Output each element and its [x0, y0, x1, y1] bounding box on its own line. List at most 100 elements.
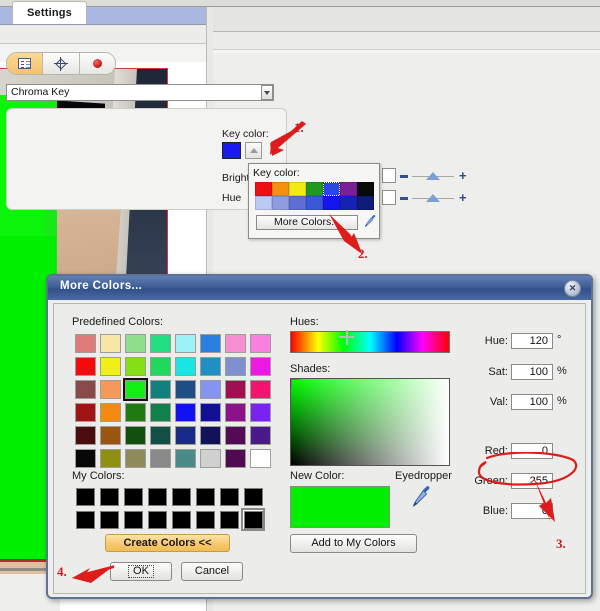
- predefined-color-cell[interactable]: [123, 332, 148, 355]
- mode-button-properties[interactable]: [7, 53, 44, 74]
- predefined-color-cell[interactable]: [148, 424, 173, 447]
- palette-swatch[interactable]: [255, 182, 272, 196]
- palette-swatch[interactable]: [289, 182, 306, 196]
- plus-icon[interactable]: +: [459, 169, 467, 182]
- predefined-color-cell[interactable]: [98, 424, 123, 447]
- predefined-color-cell[interactable]: [198, 424, 223, 447]
- plus-icon[interactable]: +: [459, 191, 467, 204]
- predefined-color-cell[interactable]: [248, 332, 273, 355]
- my-color-cell[interactable]: [193, 508, 217, 531]
- predefined-color-cell[interactable]: [148, 332, 173, 355]
- my-color-cell[interactable]: [217, 508, 241, 531]
- my-color-cell[interactable]: [145, 485, 169, 508]
- my-color-cell[interactable]: [73, 485, 97, 508]
- palette-swatch[interactable]: [255, 196, 272, 210]
- hue-slider[interactable]: +: [400, 191, 468, 205]
- eyedropper-icon[interactable]: [363, 214, 377, 230]
- my-color-cell[interactable]: [97, 508, 121, 531]
- predefined-color-cell[interactable]: [98, 447, 123, 470]
- predefined-color-cell[interactable]: [123, 424, 148, 447]
- slider-thumb[interactable]: [426, 194, 440, 202]
- my-color-cell[interactable]: [241, 485, 265, 508]
- more-colors-button[interactable]: More Colors...: [256, 215, 358, 230]
- predefined-color-cell[interactable]: [123, 447, 148, 470]
- my-colors-grid[interactable]: [73, 485, 265, 531]
- predefined-color-cell[interactable]: [198, 332, 223, 355]
- my-color-cell[interactable]: [97, 485, 121, 508]
- predefined-color-cell[interactable]: [98, 401, 123, 424]
- key-color-swatch[interactable]: [222, 142, 241, 159]
- predefined-color-cell[interactable]: [123, 378, 148, 401]
- palette-swatch[interactable]: [340, 182, 357, 196]
- predefined-color-cell[interactable]: [98, 355, 123, 378]
- my-color-cell[interactable]: [145, 508, 169, 531]
- predefined-colors-grid[interactable]: [73, 332, 273, 470]
- create-colors-button[interactable]: Create Colors <<: [105, 534, 230, 552]
- palette-swatch[interactable]: [306, 196, 323, 210]
- predefined-color-cell[interactable]: [73, 378, 98, 401]
- my-color-cell[interactable]: [73, 508, 97, 531]
- predefined-color-cell[interactable]: [148, 401, 173, 424]
- my-color-cell[interactable]: [217, 485, 241, 508]
- predefined-color-cell[interactable]: [148, 355, 173, 378]
- my-color-cell[interactable]: [121, 508, 145, 531]
- predefined-color-cell[interactable]: [123, 355, 148, 378]
- hues-strip[interactable]: [290, 331, 450, 353]
- my-color-cell[interactable]: [241, 508, 265, 531]
- predefined-color-cell[interactable]: [248, 378, 273, 401]
- predefined-color-cell[interactable]: [198, 401, 223, 424]
- key-color-dropdown-button[interactable]: [245, 142, 262, 159]
- slider-thumb[interactable]: [426, 172, 440, 180]
- predefined-color-cell[interactable]: [73, 447, 98, 470]
- palette-swatch[interactable]: [306, 182, 323, 196]
- minus-icon[interactable]: [400, 197, 408, 200]
- predefined-color-cell[interactable]: [198, 355, 223, 378]
- predefined-color-cell[interactable]: [223, 424, 248, 447]
- sat-input[interactable]: 100: [511, 364, 553, 380]
- predefined-color-cell[interactable]: [248, 424, 273, 447]
- hue-input[interactable]: 120: [511, 333, 553, 349]
- predefined-color-cell[interactable]: [123, 401, 148, 424]
- predefined-color-cell[interactable]: [173, 355, 198, 378]
- predefined-color-cell[interactable]: [223, 378, 248, 401]
- predefined-color-cell[interactable]: [198, 447, 223, 470]
- predefined-color-cell[interactable]: [223, 355, 248, 378]
- predefined-color-cell[interactable]: [173, 332, 198, 355]
- chevron-down-icon[interactable]: [261, 85, 273, 100]
- my-color-cell[interactable]: [169, 508, 193, 531]
- predefined-color-cell[interactable]: [148, 378, 173, 401]
- blue-input[interactable]: 0: [511, 503, 553, 519]
- my-color-cell[interactable]: [193, 485, 217, 508]
- palette-swatch[interactable]: [340, 196, 357, 210]
- close-icon[interactable]: ✕: [564, 280, 581, 297]
- predefined-color-cell[interactable]: [248, 447, 273, 470]
- val-input[interactable]: 100: [511, 394, 553, 410]
- predefined-color-cell[interactable]: [173, 424, 198, 447]
- predefined-color-cell[interactable]: [223, 401, 248, 424]
- palette-swatch[interactable]: [272, 182, 289, 196]
- palette-swatch[interactable]: [272, 196, 289, 210]
- predefined-color-cell[interactable]: [98, 332, 123, 355]
- brightness-slider[interactable]: +: [400, 169, 468, 183]
- palette-swatch[interactable]: [323, 196, 340, 210]
- predefined-color-cell[interactable]: [248, 355, 273, 378]
- my-color-cell[interactable]: [121, 485, 145, 508]
- key-color-palette[interactable]: [255, 182, 374, 210]
- add-to-my-colors-button[interactable]: Add to My Colors: [290, 534, 417, 553]
- hue-field[interactable]: [382, 190, 396, 205]
- predefined-color-cell[interactable]: [173, 447, 198, 470]
- palette-swatch[interactable]: [357, 196, 374, 210]
- brightness-field[interactable]: [382, 168, 396, 183]
- predefined-color-cell[interactable]: [73, 424, 98, 447]
- predefined-color-cell[interactable]: [73, 355, 98, 378]
- palette-swatch[interactable]: [289, 196, 306, 210]
- palette-swatch[interactable]: [357, 182, 374, 196]
- predefined-color-cell[interactable]: [223, 332, 248, 355]
- mode-button-record[interactable]: [79, 53, 115, 74]
- effect-select[interactable]: Chroma Key: [6, 84, 274, 101]
- predefined-color-cell[interactable]: [73, 332, 98, 355]
- mode-button-position[interactable]: [43, 53, 80, 74]
- predefined-color-cell[interactable]: [73, 401, 98, 424]
- palette-swatch[interactable]: [323, 182, 340, 196]
- predefined-color-cell[interactable]: [248, 401, 273, 424]
